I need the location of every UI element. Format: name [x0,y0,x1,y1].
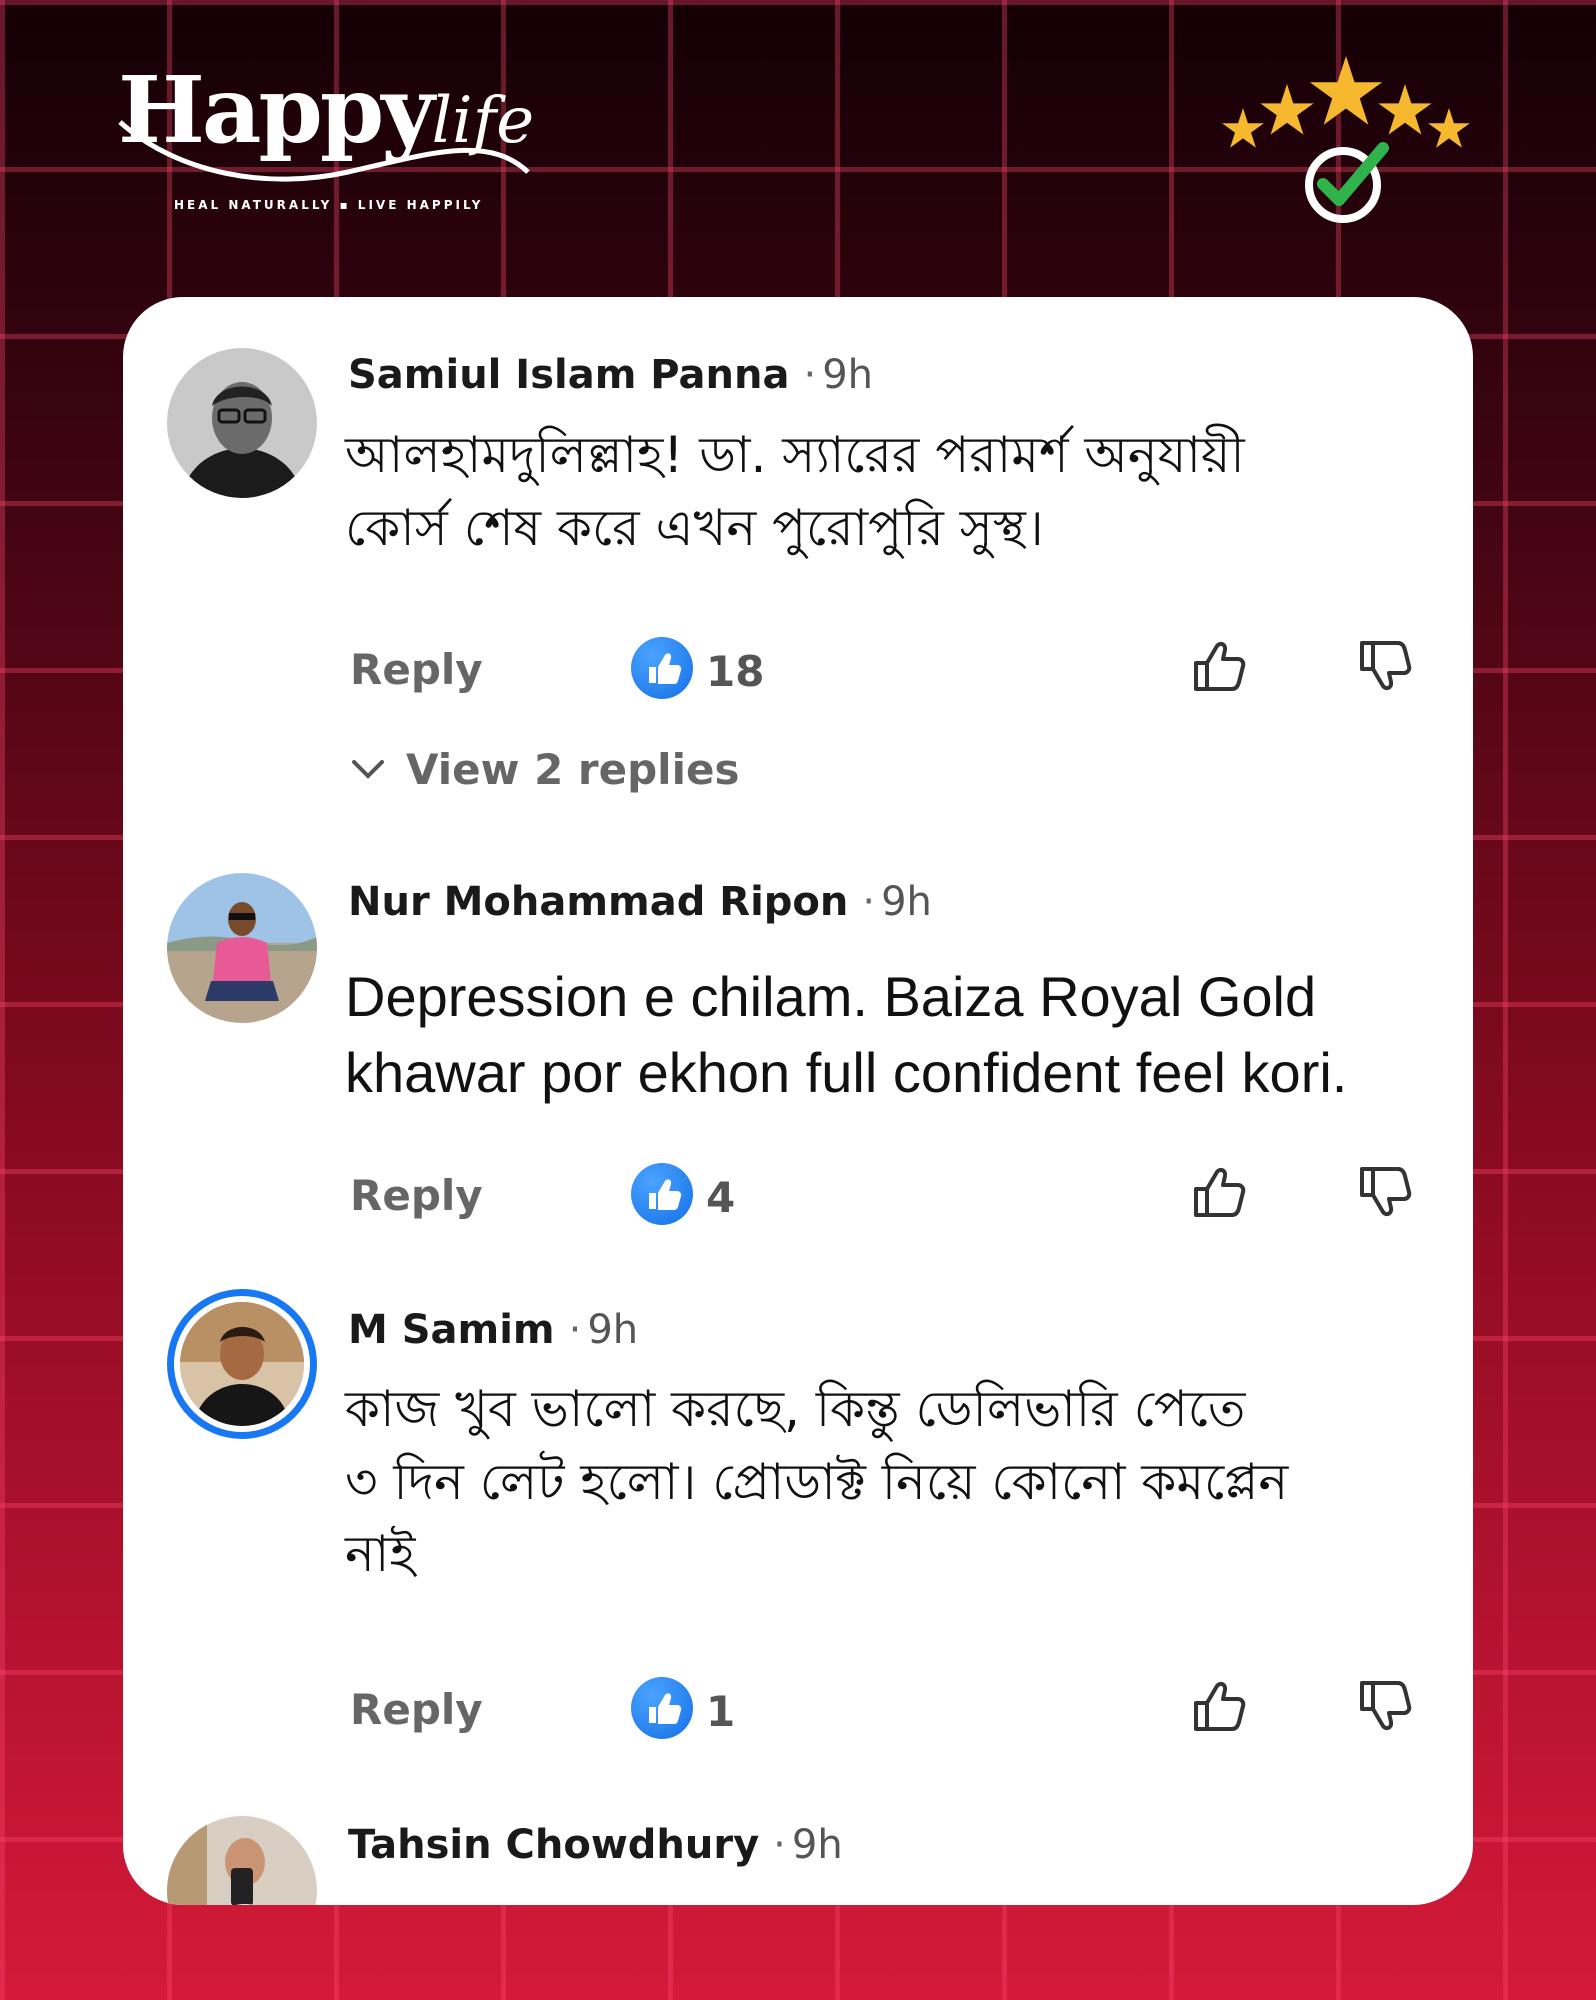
chevron-down-icon [348,748,388,792]
five-stars-check-icon [1215,52,1475,232]
avatar[interactable] [180,1302,304,1426]
comment-text: Depression e chilam. Baiza Royal Gold kh… [345,959,1455,1110]
commenter-name[interactable]: Samiul Islam Panna [348,352,789,398]
comment-time: 9h [822,352,874,398]
reply-button[interactable]: Reply [350,645,483,694]
thumbs-down-icon[interactable] [1352,633,1418,703]
meta-separator: · [773,1822,786,1868]
thumbs-down-icon[interactable] [1352,1673,1418,1743]
comment-text-line: ৩ দিন লেট হলো। প্রোডাক্ট নিয়ে কোনো কমপ্… [345,1452,1289,1511]
like-count: 18 [706,647,765,696]
reply-button[interactable]: Reply [350,1685,483,1734]
comment-text-line: কাজ খুব ভালো করছে, কিন্তু ডেলিভারি পেতে [345,1380,1246,1438]
thumbs-up-icon[interactable] [1186,1159,1252,1229]
comment-text-line: khawar por ekhon full confident feel kor… [345,1040,1348,1104]
comment-text: আলহামদুলিল্লাহ! ডা. স্যারের পরামর্শ অনুয… [345,419,1455,564]
like-reaction-icon [631,1163,693,1225]
comment-time: 9h [881,879,932,925]
like-count: 1 [706,1687,736,1736]
comment-text-line: নাই [345,1525,416,1583]
thumbs-up-icon[interactable] [1186,633,1252,703]
view-replies-button[interactable]: View 2 replies [348,745,739,794]
logo-tagline: HEAL NATURALLY ▪ LIVE HAPPILY [174,198,484,212]
commenter-name[interactable]: Nur Mohammad Ripon [348,879,848,925]
comment-actions: Reply 4 [348,1159,1448,1229]
comment-text: কাজ খুব ভালো করছে, কিন্তু ডেলিভারি পেতে … [345,1373,1455,1591]
comment-time: 9h [791,1822,843,1868]
comment-time: 9h [587,1307,639,1353]
meta-separator: · [862,879,876,925]
like-reaction-icon [631,637,693,699]
meta-separator: · [568,1307,582,1353]
comments-card: Samiul Islam Panna · 9h আলহামদুলিল্লাহ! ডা… [123,297,1473,1905]
like-count: 4 [706,1173,736,1222]
thumbs-up-icon[interactable] [1186,1673,1252,1743]
thumbs-down-icon[interactable] [1352,1159,1418,1229]
comment-actions: Reply 18 [348,633,1448,703]
meta-separator: · [803,352,817,398]
like-reaction-icon [631,1677,693,1739]
avatar[interactable] [167,1816,317,1905]
commenter-name[interactable]: M Samim [348,1307,555,1353]
comment-text-line: Depression e chilam. Baiza Royal Gold [345,965,1317,1028]
comment-text-line: আলহামদুলিল্লাহ! ডা. স্যারের পরামর্শ অনুয… [345,426,1245,484]
logo-text-life: life [431,84,535,158]
logo-text-happy: Happy [118,56,435,164]
happylife-logo: Happylife HEAL NATURALLY ▪ LIVE HAPPILY [118,64,538,224]
commenter-name[interactable]: Tahsin Chowdhury [348,1822,759,1868]
comment-text-line: কোর্স শেষ করে এখন পুরোপুরি সুস্থ। [345,498,1044,557]
avatar[interactable] [167,348,317,498]
reply-button[interactable]: Reply [350,1171,483,1220]
avatar[interactable] [167,873,317,1023]
view-replies-label: View 2 replies [406,745,740,794]
comment-actions: Reply 1 [348,1673,1448,1743]
